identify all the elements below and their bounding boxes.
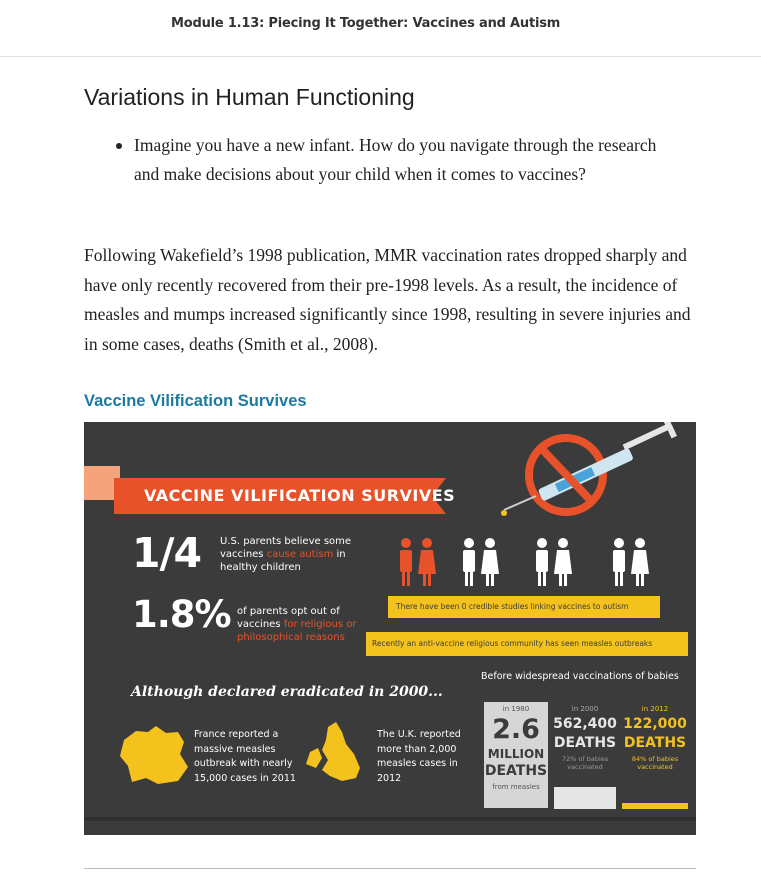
col-2012-sub2: vaccinated	[637, 763, 673, 771]
bottom-divider	[84, 868, 696, 869]
stat-2-highlight-b: philosophical reasons	[237, 632, 345, 643]
col-1980-sub: from measles	[492, 783, 540, 791]
france-map-icon	[120, 726, 188, 784]
france-line: 15,000 cases in 2011	[194, 772, 296, 784]
callout-2-text: Recently an anti-vaccine religious commu…	[372, 639, 653, 648]
stat-1-line-a: U.S. parents believe some	[220, 536, 352, 547]
before-vaccination-label: Before widespread vaccinations of babies	[481, 671, 679, 682]
stat-1-line-b: vaccines cause autism in	[220, 548, 351, 561]
col-1980-year: in 1980	[502, 705, 530, 713]
bullet-list: Imagine you have a new infant. How do yo…	[113, 131, 673, 189]
uk-line: The U.K. reported	[377, 729, 461, 740]
col-1980-unit2: DEATHS	[484, 763, 548, 779]
uk-map-icon	[322, 722, 360, 781]
callout-1-text: There have been 0 credible studies linki…	[396, 602, 629, 611]
col-2012-value: 122,000	[623, 716, 687, 732]
col-2012-sub1: 84% of babies	[631, 755, 679, 763]
person-icon-white	[613, 538, 649, 586]
france-line: France reported a	[194, 729, 279, 740]
ireland-map-icon	[306, 748, 322, 768]
stat-1-prefix: vaccines	[220, 549, 267, 560]
uk-line: measles cases in	[377, 758, 458, 769]
infographic: VACCINE VILIFICATION SURVIVES 1/4 U.S. p…	[84, 422, 696, 835]
france-line: outbreak with nearly	[194, 758, 293, 769]
col-1980-big: 2.6	[492, 714, 540, 745]
person-icon-white	[536, 538, 572, 586]
stat-1-suffix: in	[333, 549, 346, 560]
bullet-item: Imagine you have a new infant. How do yo…	[113, 131, 673, 189]
person-icon-orange	[400, 538, 436, 586]
eradicated-heading: Although declared eradicated in 2000...	[131, 684, 443, 700]
bullet-dot-icon	[116, 143, 122, 149]
stat-2-highlight-a: for religious or	[283, 619, 357, 630]
col-2000-value: 562,400	[553, 716, 617, 732]
col-2000-sub2: vaccinated	[567, 763, 603, 771]
france-text: France reported a massive measles outbre…	[194, 728, 296, 786]
box-2000	[554, 787, 616, 809]
uk-text: The U.K. reported more than 2,000 measle…	[377, 728, 461, 786]
body-paragraph: Following Wakefield’s 1998 publication, …	[84, 245, 691, 354]
no-syringe-icon	[501, 422, 677, 516]
col-2012-year: in 2012	[641, 705, 669, 713]
france-line: massive measles	[194, 743, 276, 755]
module-title: Module 1.13: Piecing It Together: Vaccin…	[171, 16, 561, 31]
col-2000-year: in 2000	[571, 705, 599, 713]
stat-2-line-b: vaccines for religious or	[237, 618, 356, 631]
bullet-text: Imagine you have a new infant. How do yo…	[134, 135, 657, 184]
stat-2-prefix: vaccines	[237, 619, 284, 630]
stat-2-text: of parents opt out of vaccines for relig…	[237, 605, 356, 644]
stat-1-text: U.S. parents believe some vaccines cause…	[220, 535, 351, 574]
stat-1-value: 1/4	[132, 529, 202, 577]
col-2000-unit: DEATHS	[553, 735, 617, 751]
banner-title: VACCINE VILIFICATION SURVIVES	[144, 486, 456, 505]
module-header: Module 1.13: Piecing It Together: Vaccin…	[0, 0, 761, 57]
bar-2012	[622, 803, 688, 809]
section-title: Variations in Human Functioning	[84, 84, 415, 110]
uk-line: 2012	[377, 772, 402, 784]
col-1980-unit1: MILLION	[487, 747, 545, 761]
stat-2-value: 1.8%	[132, 593, 232, 636]
col-2000-sub1: 72% of babies	[561, 755, 609, 763]
stat-1-line-d: healthy children	[220, 562, 301, 573]
stat-1-highlight: cause autism	[266, 549, 334, 560]
col-2012-unit: DEATHS	[623, 735, 687, 751]
figure-heading: Vaccine Vilification Survives	[84, 392, 307, 410]
uk-line: more than 2,000	[377, 743, 457, 755]
stat-2-line-a: of parents opt out of	[237, 606, 340, 617]
person-icon-white	[463, 538, 499, 586]
